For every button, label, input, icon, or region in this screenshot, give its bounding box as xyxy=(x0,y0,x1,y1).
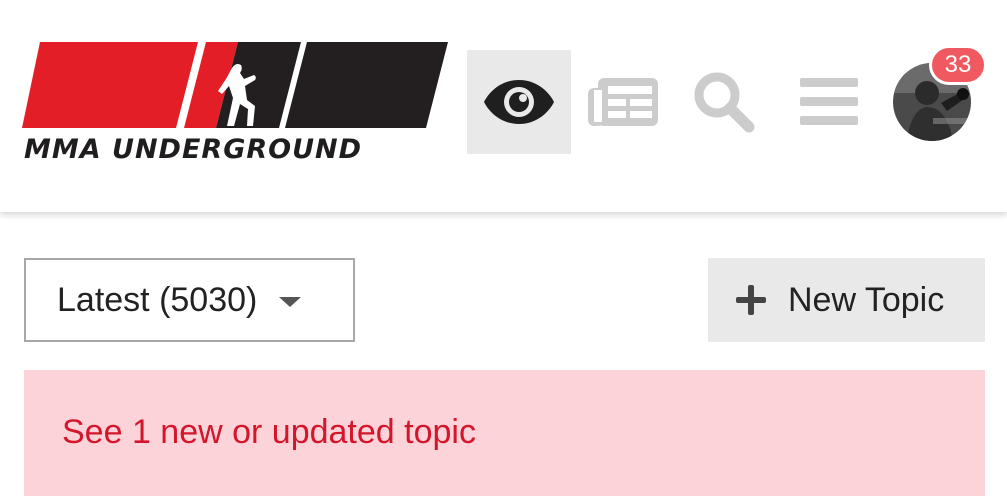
site-header: MMA UNDERGROUND 33 xyxy=(0,0,1007,212)
site-logo[interactable]: MMA UNDERGROUND xyxy=(22,38,452,170)
hamburger-menu-icon xyxy=(800,78,858,125)
new-topics-alert[interactable]: See 1 new or updated topic xyxy=(24,370,985,496)
search-nav-button[interactable] xyxy=(672,50,776,154)
new-topic-button[interactable]: New Topic xyxy=(708,258,985,342)
logo-stripes xyxy=(22,42,448,128)
eye-icon xyxy=(484,80,554,124)
menu-nav-button[interactable] xyxy=(777,50,881,154)
newspaper-icon xyxy=(588,78,658,126)
caret-down-icon xyxy=(279,297,302,307)
alert-text: See 1 new or updated topic xyxy=(62,413,476,451)
topic-filter-dropdown[interactable]: Latest (5030) xyxy=(24,258,355,342)
filter-label: Latest (5030) xyxy=(57,280,258,319)
plus-icon xyxy=(736,285,766,315)
notification-count-badge: 33 xyxy=(929,45,987,85)
logo-text: MMA UNDERGROUND xyxy=(24,134,363,165)
new-topic-label: New Topic xyxy=(788,280,945,319)
eye-nav-button[interactable] xyxy=(467,50,571,154)
search-icon xyxy=(694,72,755,133)
news-nav-button[interactable] xyxy=(571,50,675,154)
